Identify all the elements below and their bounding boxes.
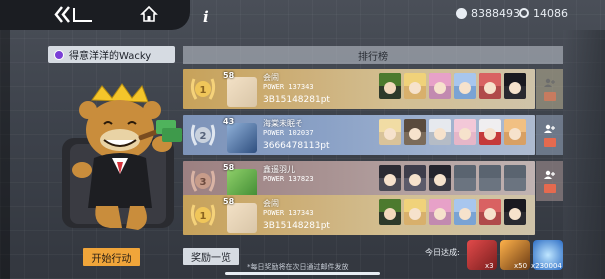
gift-button[interactable] (541, 183, 559, 193)
player-power: POWER 137343 (263, 209, 314, 217)
reward-list-button[interactable]: 奖励一览 (183, 248, 239, 265)
rank-3-laurel-icon: 3 (190, 170, 216, 192)
rank-2-laurel-icon: 2 (190, 124, 216, 146)
player-name: 得意洋洋的Wacky (69, 51, 152, 62)
reward-count: x3 (485, 262, 494, 270)
player-name: 会闹 (263, 73, 279, 82)
right-edge (563, 30, 605, 279)
team-character[interactable] (429, 119, 451, 145)
player-name: 会闹 (263, 199, 279, 208)
row-actions (536, 161, 563, 201)
rank-number: 1 (200, 211, 207, 222)
currency-token-value: 14086 (533, 6, 568, 20)
add-friend-icon (543, 124, 555, 133)
reward-count: x230004 (531, 262, 562, 270)
team-character[interactable] (454, 165, 476, 191)
team-character[interactable] (379, 199, 401, 225)
team-character[interactable] (504, 119, 526, 145)
player-level: 58 (223, 197, 235, 206)
player-name-tag: 得意洋洋的Wacky (48, 46, 175, 63)
start-action-button[interactable]: 开始行动 (83, 248, 140, 266)
team-character[interactable] (404, 199, 426, 225)
team-character[interactable] (454, 119, 476, 145)
player-avatar[interactable]: 58 (223, 71, 257, 107)
team-character[interactable] (429, 199, 451, 225)
player-avatar[interactable]: 43 (223, 117, 257, 153)
team-character[interactable] (479, 73, 501, 99)
add-friend-icon (543, 170, 555, 179)
home-icon[interactable] (140, 5, 158, 23)
team-character[interactable] (429, 73, 451, 99)
gift-icon (543, 91, 556, 101)
team-character[interactable] (429, 165, 451, 191)
row-actions (536, 69, 563, 109)
player-level: 43 (223, 117, 235, 126)
rank-number: 2 (200, 131, 207, 142)
player-avatar[interactable]: 58 (223, 197, 257, 233)
team-roster (379, 199, 526, 225)
player-power: POWER 137823 (263, 175, 314, 183)
team-character[interactable] (479, 199, 501, 225)
info-icon[interactable]: i (203, 8, 215, 26)
team-character[interactable] (404, 73, 426, 99)
player-power: POWER 137343 (263, 83, 314, 91)
crystal-icon (456, 7, 467, 19)
daily-reward-note: *每日奖励将在次日通过邮件发放 (247, 263, 349, 271)
add-friend-button[interactable] (541, 169, 559, 179)
team-roster (379, 73, 526, 99)
team-character[interactable] (504, 165, 526, 191)
gift-icon (543, 183, 556, 193)
reward-count: x50 (514, 262, 528, 270)
team-character[interactable] (479, 165, 501, 191)
gift-button[interactable] (541, 91, 559, 101)
player-name: 鑫遥羽儿 (263, 165, 295, 174)
player-power: POWER 102037 (263, 129, 314, 137)
rank-1-laurel-icon: 1 (190, 78, 216, 100)
player-score: 3666478113pt (263, 141, 330, 151)
home-indicator[interactable] (225, 272, 380, 275)
rank-1-laurel-icon: 1 (190, 204, 216, 226)
gift-icon (543, 137, 556, 147)
rank-number: 1 (200, 85, 207, 96)
team-character[interactable] (404, 119, 426, 145)
add-friend-button[interactable] (541, 77, 559, 87)
team-character[interactable] (379, 73, 401, 99)
player-score: 3B15148281pt (263, 95, 330, 105)
ring-token-icon (519, 8, 529, 18)
rank-number: 3 (200, 177, 207, 188)
team-character[interactable] (504, 199, 526, 225)
add-friend-button[interactable] (541, 123, 559, 133)
ranking-row[interactable]: 2 43 海棠未眠そ POWER 102037 3666478113pt (183, 115, 535, 155)
player-name: 海棠未眠そ (263, 119, 303, 128)
team-character[interactable] (454, 199, 476, 225)
back-icon[interactable] (54, 5, 94, 24)
mascot-king-character (62, 83, 182, 230)
team-character[interactable] (379, 119, 401, 145)
ranking-screen: i 8388493 14086 得意洋洋的Wacky 开始行动 排行榜 1 58… (0, 0, 605, 279)
player-level: 58 (223, 71, 235, 80)
team-character[interactable] (404, 165, 426, 191)
gift-button[interactable] (541, 137, 559, 147)
top-nav-bar (0, 0, 190, 30)
ranking-row[interactable]: 1 58 会闹 POWER 137343 3B15148281pt (183, 69, 535, 109)
currency-token: 14086 (519, 6, 568, 20)
ranking-title: 排行榜 (183, 46, 563, 64)
team-character[interactable] (504, 73, 526, 99)
player-level: 58 (223, 163, 235, 172)
player-badge-icon (54, 49, 64, 60)
team-roster (379, 165, 526, 191)
team-character[interactable] (379, 165, 401, 191)
player-avatar[interactable]: 58 (223, 163, 257, 199)
team-roster (379, 119, 526, 145)
currency-crystal: 8388493 (456, 6, 520, 20)
team-character[interactable] (454, 73, 476, 99)
ranking-row-self[interactable]: 1 58 会闹 POWER 137343 3B15148281pt (183, 195, 535, 235)
today-achieved-label: 今日达成: (425, 248, 460, 257)
team-character[interactable] (479, 119, 501, 145)
add-friend-icon (543, 78, 555, 87)
left-edge (0, 30, 10, 279)
currency-crystal-value: 8388493 (471, 6, 520, 20)
player-score: 3B15148281pt (263, 221, 330, 231)
row-actions (536, 115, 563, 155)
